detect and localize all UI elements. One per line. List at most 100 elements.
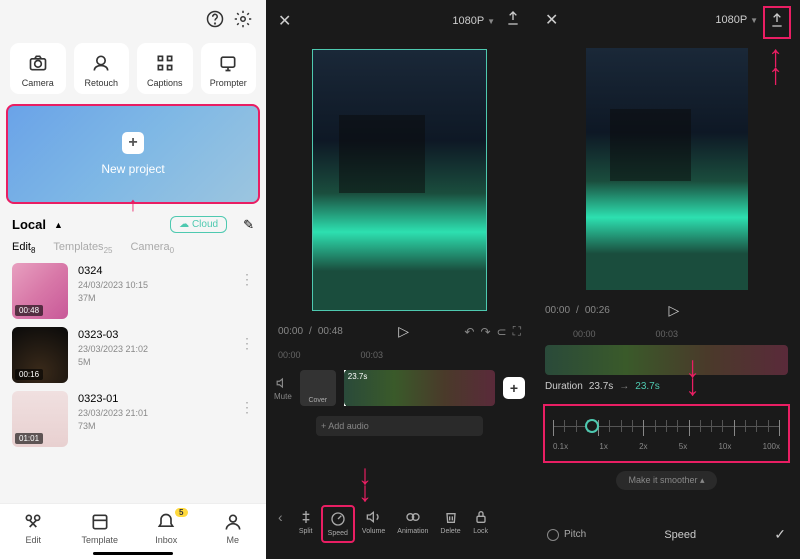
annotation-arrow: ↑↑ (768, 48, 783, 84)
close-icon[interactable]: ✕ (278, 11, 291, 31)
speed-tool[interactable]: Speed (321, 505, 355, 543)
project-meta: 0323-03 23/03/2023 21:02 5M (78, 327, 230, 383)
cover-button[interactable]: Cover (300, 370, 336, 406)
resolution-button[interactable]: 1080P ▼ (715, 14, 758, 26)
nav-label: Me (226, 535, 239, 545)
project-size: 5M (78, 357, 230, 367)
annotation-arrow: ↑ (128, 194, 138, 217)
thumbnail: 00:48 (12, 263, 68, 319)
project-meta: 0324 24/03/2023 10:15 37M (78, 263, 230, 319)
cloud-button[interactable]: ☁ Cloud (170, 216, 227, 233)
new-project-button[interactable]: + New project (6, 104, 260, 204)
resolution-button[interactable]: 1080P ▼ (452, 15, 495, 27)
bottom-nav: Edit Template 5Inbox Me (0, 503, 266, 559)
nav-label: Inbox (155, 535, 177, 545)
top-icons (0, 0, 266, 43)
time-total: 00:48 (318, 326, 343, 337)
video-preview[interactable] (586, 48, 748, 290)
project-name: 0323-01 (78, 393, 230, 405)
play-icon[interactable]: ▷ (398, 323, 409, 340)
local-label: Local (12, 217, 46, 232)
undo-icon[interactable]: ↶ (464, 325, 474, 339)
video-clip[interactable]: 23.7s (344, 370, 495, 406)
prompter-tool[interactable]: Prompter (201, 43, 257, 94)
annotation-arrow: ↓↓ (358, 467, 372, 501)
chevron-down-icon: ▼ (750, 16, 758, 25)
duration-row: Duration23.7s → 23.7s (533, 375, 800, 398)
tool-strip: ‹ Split Speed Volume Animation Delete Lo… (266, 499, 533, 549)
play-icon[interactable]: ▷ (669, 302, 680, 319)
nav-edit[interactable]: Edit (0, 512, 67, 545)
export-highlight (763, 6, 791, 39)
back-icon[interactable]: ‹ (270, 505, 291, 543)
inbox-badge: 5 (175, 508, 187, 517)
nav-label: Edit (25, 535, 41, 545)
nav-template[interactable]: Template (67, 512, 134, 545)
fullscreen-icon[interactable]: ⛶ (513, 324, 521, 339)
split-tool[interactable]: Split (293, 505, 319, 543)
redo2-icon[interactable]: ⊂ (497, 325, 507, 339)
lock-tool[interactable]: Lock (468, 505, 494, 543)
retouch-tool[interactable]: Retouch (74, 43, 130, 94)
slider-thumb[interactable] (585, 419, 599, 433)
arrow-right-icon: → (619, 381, 629, 392)
project-size: 73M (78, 421, 230, 431)
project-meta: 0323-01 23/03/2023 21:01 73M (78, 391, 230, 447)
pitch-toggle[interactable]: Pitch (547, 529, 586, 541)
time-total: 00:26 (585, 305, 610, 316)
editor-panel: ✕ 1080P ▼ 00:00/00:48 ▷ ↶ ↷ ⊂ ⛶ 00:0000:… (266, 0, 533, 559)
nav-inbox[interactable]: 5Inbox (133, 512, 200, 545)
duration-new: 23.7s (635, 381, 659, 392)
project-date: 24/03/2023 10:15 (78, 280, 230, 290)
animation-tool[interactable]: Animation (392, 505, 433, 543)
export-icon[interactable] (505, 10, 521, 31)
captions-tool[interactable]: Captions (137, 43, 193, 94)
project-date: 23/03/2023 21:01 (78, 408, 230, 418)
plus-icon: + (122, 132, 144, 154)
help-icon[interactable] (206, 10, 224, 33)
time-current: 00:00 (545, 305, 570, 316)
more-icon[interactable]: ⋮ (240, 391, 254, 416)
duration-badge: 00:48 (15, 305, 43, 316)
speed-bottom-bar: Pitch Speed ✓ (533, 518, 800, 551)
duration-label: Duration (545, 381, 583, 392)
project-item[interactable]: 00:16 0323-03 23/03/2023 21:02 5M ⋮ (12, 327, 254, 383)
thumbnail: 00:16 (12, 327, 68, 383)
project-tabs: Edit8 Templates25 Camera0 (0, 241, 266, 263)
project-item[interactable]: 00:48 0324 24/03/2023 10:15 37M ⋮ (12, 263, 254, 319)
delete-tool[interactable]: Delete (435, 505, 465, 543)
home-panel: Camera Retouch Captions Prompter + New p… (0, 0, 266, 559)
speed-slider[interactable] (553, 416, 780, 436)
tool-row: Camera Retouch Captions Prompter (0, 43, 266, 94)
nav-label: Template (81, 535, 118, 545)
caret-up-icon[interactable]: ▲ (54, 220, 63, 230)
close-icon[interactable]: ✕ (545, 10, 558, 30)
edit-icon[interactable]: ✎ (243, 217, 254, 233)
add-clip-button[interactable]: + (503, 377, 525, 399)
editor-top-bar: ✕ 1080P ▼ (266, 0, 533, 41)
annotation-arrow: ↓↓ (685, 359, 700, 395)
camera-tool[interactable]: Camera (10, 43, 66, 94)
video-clip[interactable] (545, 345, 788, 375)
project-list: 00:48 0324 24/03/2023 10:15 37M ⋮ 00:16 … (0, 263, 266, 447)
redo-icon[interactable]: ↷ (480, 325, 490, 339)
gear-icon[interactable] (234, 10, 252, 33)
add-audio-button[interactable]: + Add audio (316, 416, 483, 436)
more-icon[interactable]: ⋮ (240, 327, 254, 352)
confirm-icon[interactable]: ✓ (774, 526, 786, 543)
timeline-row: Mute Cover 23.7s + (266, 366, 533, 410)
tab-edit[interactable]: Edit8 (12, 241, 35, 255)
duration-badge: 01:01 (15, 433, 43, 444)
nav-me[interactable]: Me (200, 512, 267, 545)
volume-tool[interactable]: Volume (357, 505, 390, 543)
home-indicator (93, 552, 173, 555)
project-name: 0324 (78, 265, 230, 277)
tab-camera[interactable]: Camera0 (130, 241, 174, 255)
make-smoother-button[interactable]: Make it smoother ▴ (616, 471, 716, 490)
tab-templates[interactable]: Templates25 (53, 241, 112, 255)
mute-button[interactable]: Mute (274, 376, 292, 401)
project-item[interactable]: 01:01 0323-01 23/03/2023 21:01 73M ⋮ (12, 391, 254, 447)
video-preview[interactable] (312, 49, 487, 311)
chevron-down-icon: ▼ (487, 17, 495, 26)
more-icon[interactable]: ⋮ (240, 263, 254, 288)
